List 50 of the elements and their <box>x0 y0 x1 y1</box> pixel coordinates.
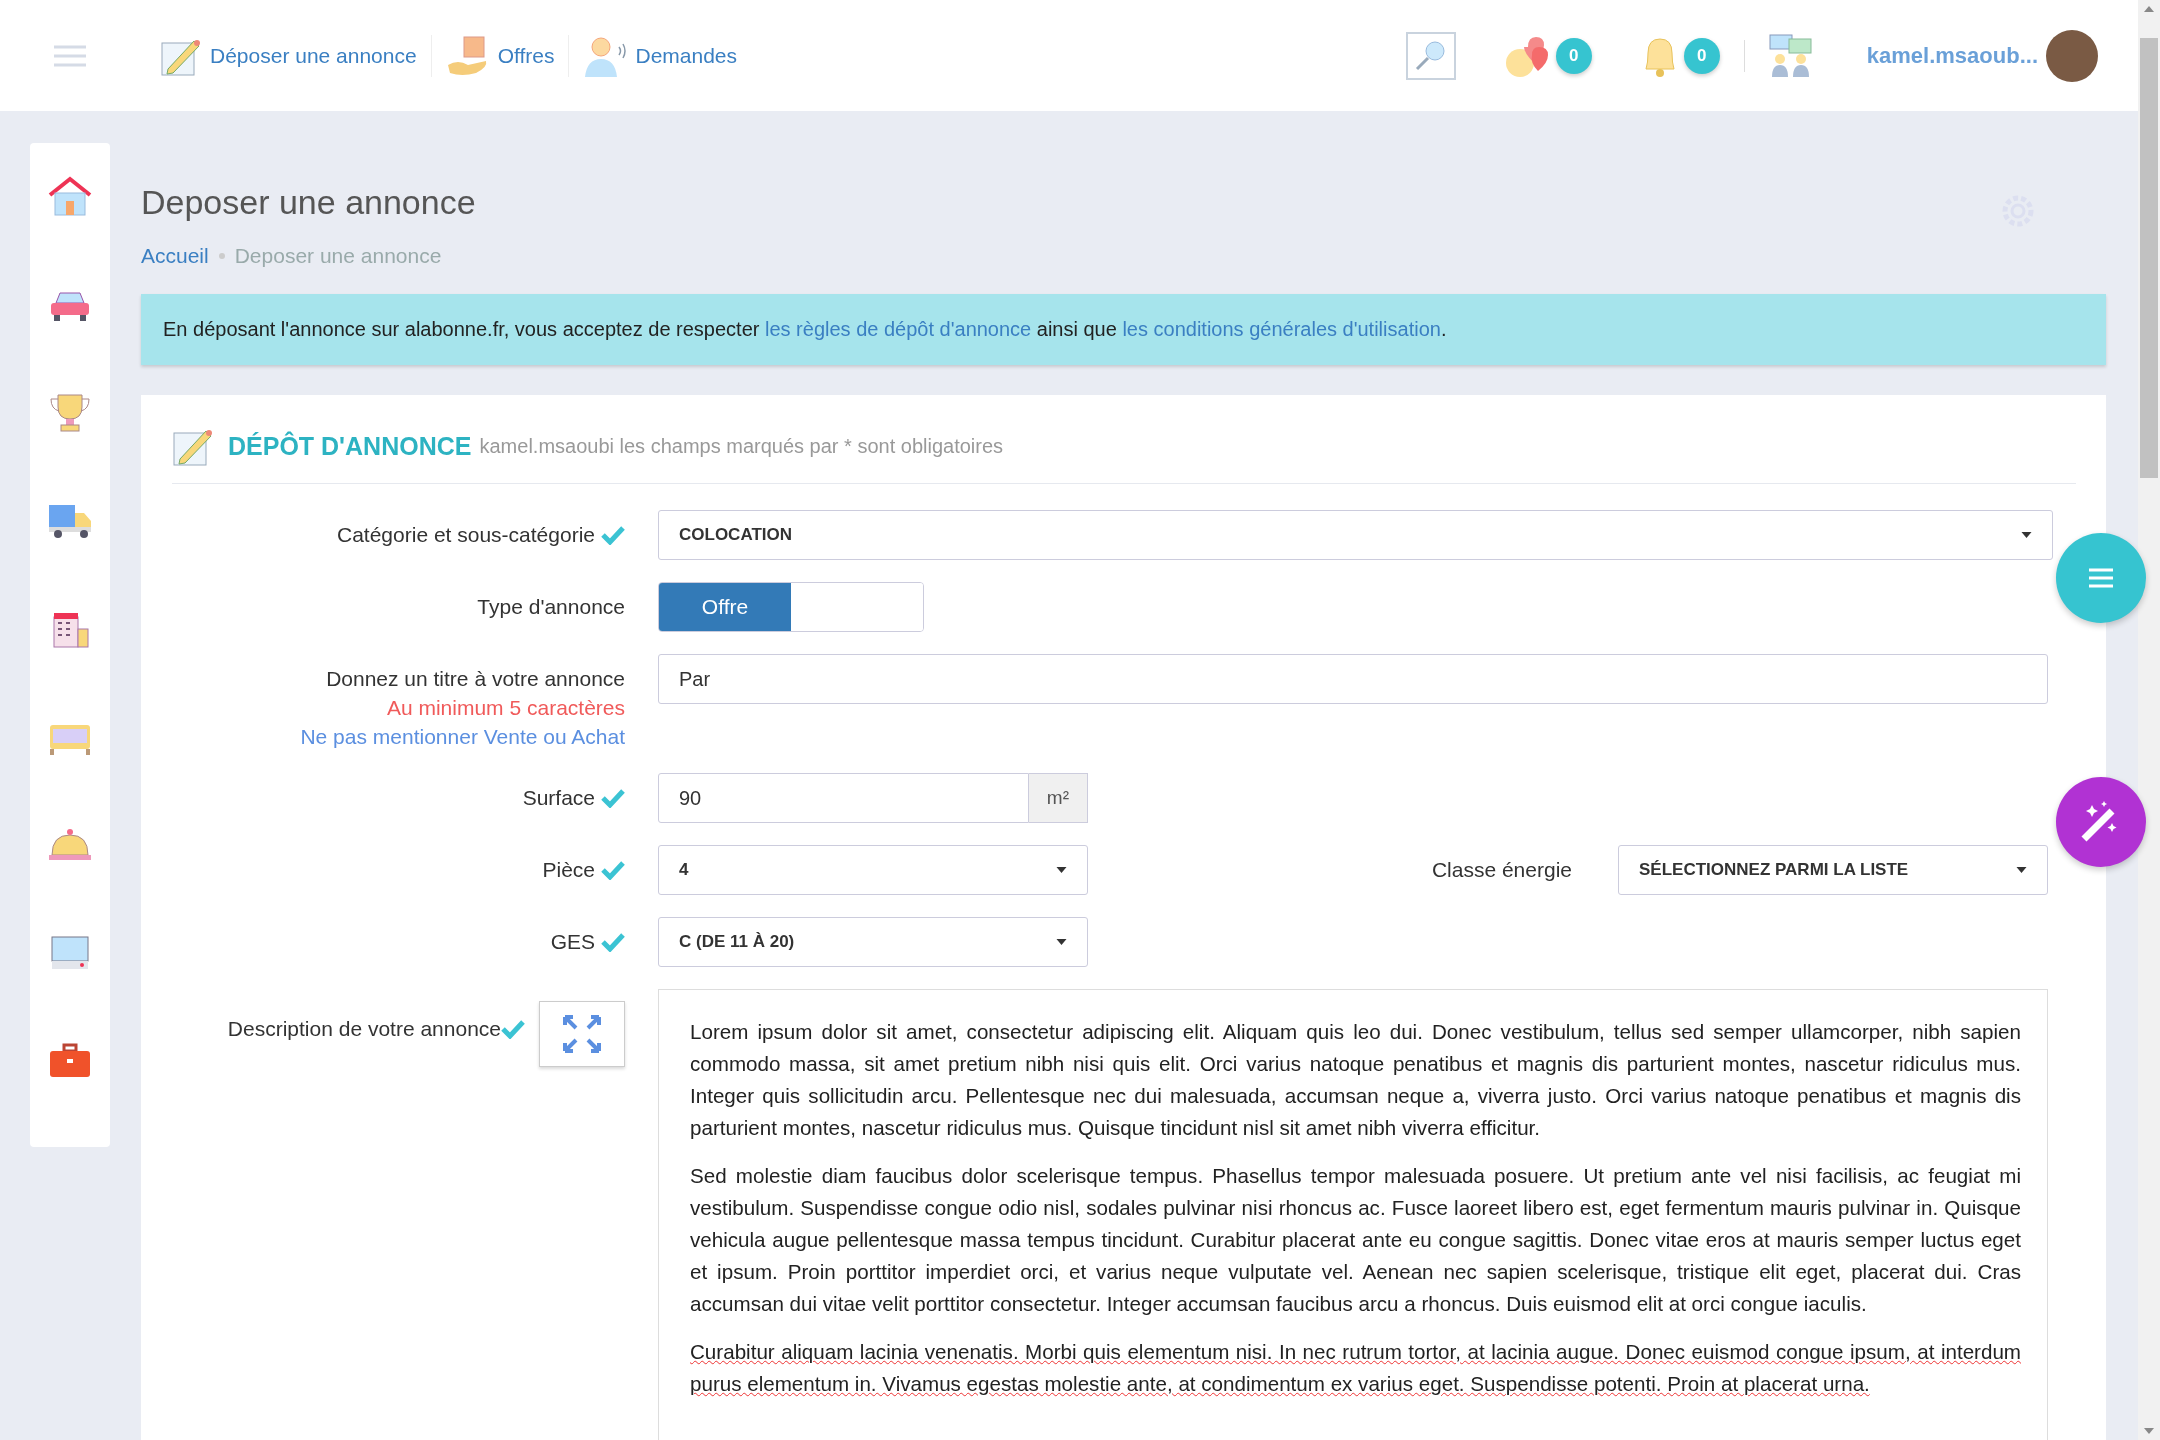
field-label: Type d'annonce <box>477 595 625 619</box>
form-subtitle: kamel.msaoubi les champs marqués par * sont obligatoires <box>479 434 1004 458</box>
chat-users-icon[interactable] <box>1768 32 1813 79</box>
expand-icon <box>562 1014 602 1054</box>
expand-button[interactable] <box>539 1001 625 1067</box>
caret-icon <box>1056 867 1067 873</box>
scrollbar[interactable] <box>2138 0 2160 1440</box>
category-select[interactable]: COLOCATION <box>658 510 2053 560</box>
scroll-up-icon[interactable] <box>2144 6 2154 12</box>
field-hint: Au minimum 5 caractères <box>386 695 625 721</box>
menu-icon <box>2087 567 2115 589</box>
description-paragraph: Curabitur aliquam lacinia venenatis. Morbi quis elementum nisi. In nec rutrum tortor, at lacinia augue. Donec euismod congue ipsum, at interdum purus elementum in. Vivamus egestas molestie ante, at condimentum ex varius eget. Suspendisse potenti. Proin at placerat urna. <box>690 1339 2021 1397</box>
terms-alert: En déposant l'annonce sur alabonne.fr, vous acceptez de respecter les règles de dépôt d'annonce ainsi que les conditions générales d'utilisation. <box>141 294 2106 365</box>
description-paragraph: Lorem ipsum dolor sit amet, consectetur adipiscing elit. Aliquam quis leo dui. Donec vestibulum, tellus sed semper ullamcorper, nibh sapien commodo massa, sit amet pretium nibh nisi quis elit. Orci varius natoque penatibus et magnis dis parturient montes, nascetur ridiculus mus. Integer quis sollicitudin arcu. Pellentesque nec dui malesuada, accumsan neque a, viverra justo. Orci varius natoque penatibus et magnis dis parturient montes, nascetur ridiculus mus. Quisque tincidunt nisl sit amet nibh viverra efficitur. <box>690 1019 2021 1141</box>
field-label: Surface <box>522 786 595 810</box>
favorites-count-badge: 0 <box>1555 37 1592 74</box>
notifications-count-badge: 0 <box>1683 37 1720 74</box>
field-label: Classe énergie <box>1431 858 1572 882</box>
terms-link[interactable]: les conditions générales d'utilisation <box>1122 318 1441 340</box>
field-label: GES <box>550 930 595 954</box>
search-icon[interactable] <box>1405 31 1456 80</box>
title-input[interactable]: Par <box>658 654 2048 704</box>
field-label: Catégorie et sous-catégorie <box>337 523 595 547</box>
page-title: Deposer une annonce <box>141 183 476 222</box>
nav-link[interactable]: Demandes <box>569 34 752 77</box>
username[interactable]: kamel.msaoub... <box>1866 42 2038 69</box>
caret-icon <box>1056 939 1067 945</box>
field-hint: Ne pas mentionner Vente ou Achat <box>300 724 625 750</box>
avatar[interactable] <box>2046 29 2098 82</box>
surface-input[interactable]: 90 <box>658 773 1029 823</box>
dropdown-select[interactable]: C (DE 11 À 20) <box>658 917 1088 967</box>
caret-icon <box>2016 867 2027 873</box>
person-speaking-icon <box>583 34 628 77</box>
description-editor[interactable] <box>658 989 2048 1440</box>
dropdown-select[interactable]: SÉLECTIONNEZ PARMI LA LISTE <box>1618 845 2048 895</box>
rules-link[interactable]: les règles de dépôt d'annonce <box>765 318 1032 340</box>
field-label: Pièce <box>542 858 595 882</box>
nav-link[interactable]: Offres <box>431 34 570 77</box>
breadcrumb-current: Deposer une annonce <box>234 244 442 268</box>
unit-label: m² <box>1028 773 1088 823</box>
breadcrumb-link[interactable]: Accueil <box>141 244 209 268</box>
description-paragraph: Sed molestie diam faucibus dolor scelerisque tempus. Phasellus tempor malesuada posuere. Ut pretium ante vel nisi facilisis, ac feugiat mi vestibulum. Suspendisse congue odio nisl, sodales pulvinar nisi rhoncus ac. Fusce laoreet libero est, eget fermentum mauris pulvinar in. Quisque vehicula augue pellentesque massa tempus tincidunt. Curabitur placerat ante eu congue sagittis. Donec vitae eros at mauris semper luctus eget et ipsum. Proin porttitor imperdiet orci, et varius neque vulputate vel. Aenean nec sapien scelerisque, tristique elit eget, placerat dui. Cras accumsan dui vitae velit porttitor consectetur. Integer accumsan faucibus arcu a rhoncus. Duis euismod elit at orci congue iaculis. <box>690 1163 2021 1317</box>
scroll-down-icon[interactable] <box>2144 1428 2154 1434</box>
field-label: Donnez un titre à votre annonce <box>326 666 625 692</box>
ad-type-toggle[interactable]: Offre <box>658 582 924 632</box>
caret-icon <box>2021 532 2032 538</box>
dropdown-select[interactable]: 4 <box>658 845 1088 895</box>
form-title: DÉPÔT D'ANNONCE <box>228 431 472 461</box>
nav-link[interactable]: Déposer une annonce <box>146 34 432 77</box>
field-label: Description de votre annonce <box>227 1016 501 1041</box>
